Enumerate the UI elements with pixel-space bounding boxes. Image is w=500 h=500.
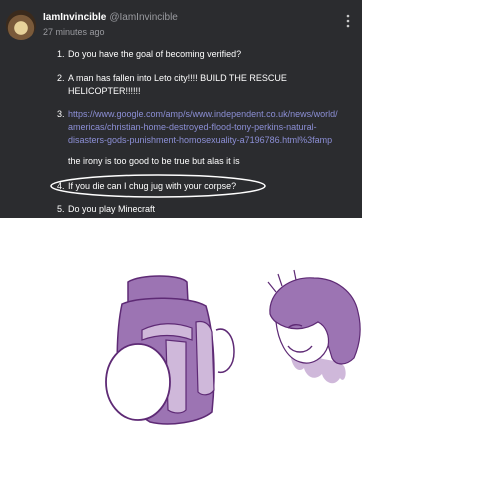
post-author[interactable]: IamInvincible @IamInvincible xyxy=(43,12,178,23)
article-link-continued[interactable]: americas/christian-home-destroyed-flood-… xyxy=(57,121,338,134)
vertical-ellipsis-icon[interactable] xyxy=(343,13,353,29)
list-item: 3. https://www.google.com/amp/s/www.indep… xyxy=(57,108,338,168)
post-timestamp: 27 minutes ago xyxy=(43,27,105,37)
list-number: 3. xyxy=(57,109,65,119)
list-number: 2. xyxy=(57,73,65,83)
character-head-illustration xyxy=(267,269,361,384)
list-text: A man has fallen into Leto city!!!! BUIL… xyxy=(68,73,287,83)
list-number: 5. xyxy=(57,204,65,214)
avatar[interactable] xyxy=(6,10,36,40)
chug-jug-illustration xyxy=(105,275,235,425)
list-number: 1. xyxy=(57,49,65,59)
list-text-continued: HELICOPTER!!!!!! xyxy=(68,86,141,96)
list-text: Do you have the goal of becoming verifie… xyxy=(68,49,242,59)
list-item: 1. Do you have the goal of becoming verif… xyxy=(57,48,241,61)
article-link-continued[interactable]: disasters-gods-punishment-homosexuality-… xyxy=(57,134,338,147)
chug-jug-drawing xyxy=(105,269,361,425)
article-link[interactable]: https://www.google.com/amp/s/www.indepen… xyxy=(68,109,338,119)
forum-post: IamInvincible @IamInvincible 27 minutes a… xyxy=(0,0,362,218)
username[interactable]: IamInvincible xyxy=(43,12,106,23)
list-item: 5. Do you play Minecraft xyxy=(57,203,155,216)
list-text: the irony is too good to be true but ala… xyxy=(68,156,240,166)
hand-drawn-oval xyxy=(50,174,266,198)
user-handle: @IamInvincible xyxy=(109,12,178,23)
list-text: Do you play Minecraft xyxy=(68,204,156,214)
list-item: 2. A man has fallen into Leto city!!!! BU… xyxy=(57,72,287,98)
